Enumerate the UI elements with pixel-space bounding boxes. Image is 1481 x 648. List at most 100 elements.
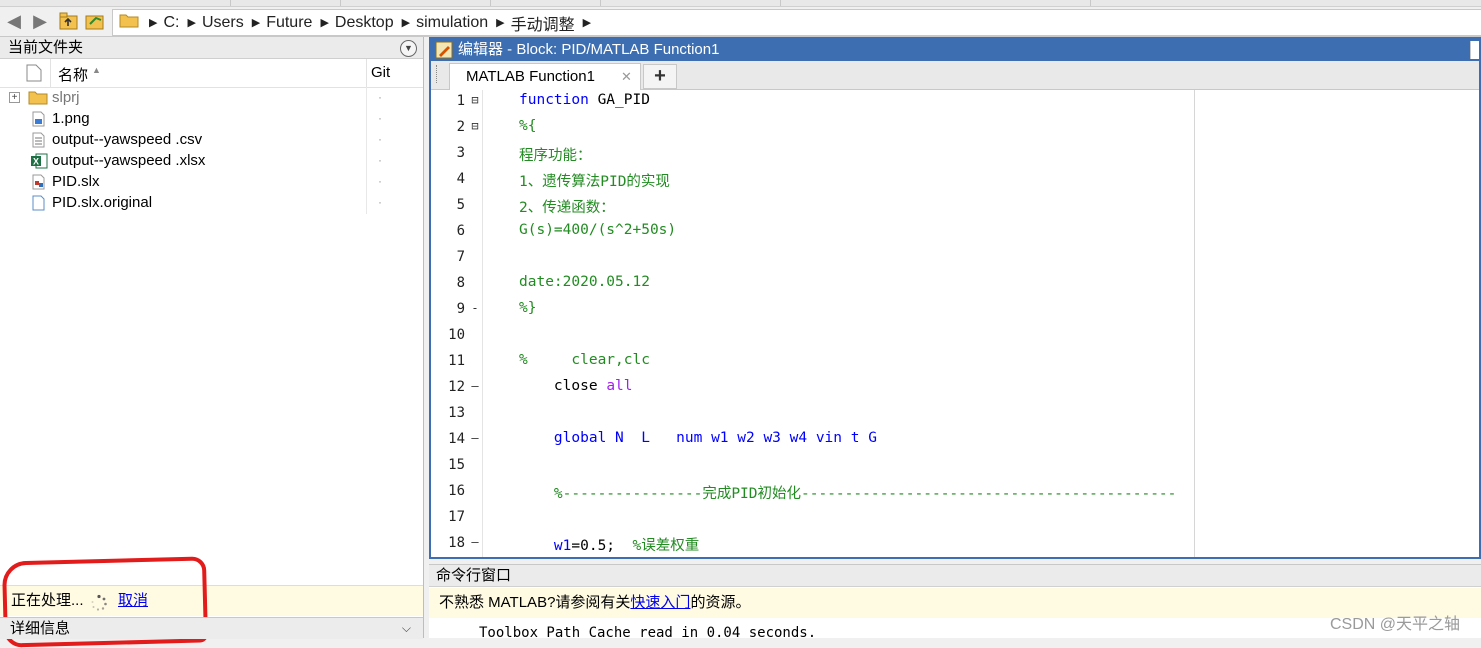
git-status: · bbox=[378, 90, 382, 104]
command-window: 命令行窗口 不熟悉 MATLAB?请参阅有关快速入门的资源。 Toolbox P… bbox=[429, 564, 1481, 641]
breakpoint-marker[interactable]: — bbox=[468, 431, 482, 445]
expand-icon[interactable]: + bbox=[9, 92, 20, 103]
code-line[interactable]: function GA_PID bbox=[519, 92, 650, 108]
code-line[interactable]: 1、遗传算法PID的实现 bbox=[519, 170, 670, 191]
generic-file-icon bbox=[30, 195, 46, 211]
code-line[interactable]: %----------------完成PID初始化---------------… bbox=[519, 482, 1177, 503]
browse-folder-icon[interactable] bbox=[84, 10, 106, 32]
git-status: · bbox=[378, 111, 382, 125]
csv-file-icon bbox=[30, 132, 46, 148]
up-folder-icon[interactable] bbox=[58, 10, 80, 32]
file-name: 1.png bbox=[52, 110, 90, 127]
git-status: · bbox=[378, 174, 382, 188]
file-row-slx[interactable]: PID.slx · bbox=[0, 171, 423, 192]
panel-header: 当前文件夹 ▼ bbox=[0, 37, 423, 59]
code-line[interactable]: G(s)=400/(s^2+50s) bbox=[519, 222, 676, 238]
folder-icon bbox=[119, 12, 139, 33]
simulink-file-icon bbox=[30, 174, 46, 190]
file-name: output--yawspeed .csv bbox=[52, 131, 203, 148]
line-number: 15 bbox=[448, 457, 465, 473]
line-number: 7 bbox=[456, 249, 465, 265]
line-number: 12 bbox=[448, 379, 465, 395]
editor-tab-bar: MATLAB Function1 ✕ + bbox=[431, 61, 1479, 90]
breakpoint-marker[interactable]: — bbox=[468, 535, 482, 549]
git-status: · bbox=[378, 132, 382, 146]
excel-file-icon: X bbox=[30, 153, 48, 169]
code-line[interactable]: w1=0.5; %误差权重 bbox=[519, 534, 699, 555]
file-name: output--yawspeed .xlsx bbox=[52, 152, 206, 169]
line-number: 8 bbox=[456, 275, 465, 291]
breadcrumb-segment[interactable]: C: bbox=[159, 14, 185, 32]
line-number: 14 bbox=[448, 431, 465, 447]
back-arrow-icon[interactable]: ◀ bbox=[4, 11, 24, 31]
file-name: PID.slx.original bbox=[52, 194, 153, 211]
file-type-column-icon[interactable] bbox=[26, 64, 42, 86]
file-row-csv[interactable]: output--yawspeed .csv · bbox=[0, 129, 423, 150]
line-number: 4 bbox=[456, 171, 465, 187]
line-number: 17 bbox=[448, 509, 465, 525]
line-number: 2 bbox=[456, 119, 465, 135]
code-line[interactable]: 2、传递函数： bbox=[519, 196, 615, 217]
tab-matlab-function1[interactable]: MATLAB Function1 ✕ bbox=[449, 63, 641, 90]
banner-text: 不熟悉 MATLAB?请参阅有关 bbox=[439, 594, 631, 611]
code-fold-icon[interactable]: ⊟ bbox=[468, 119, 482, 133]
file-row-slprj[interactable]: + slprj · bbox=[0, 87, 423, 108]
line-number: 9 bbox=[456, 301, 465, 317]
breakpoint-marker[interactable]: — bbox=[468, 379, 482, 393]
panel-menu-icon[interactable]: ▼ bbox=[400, 40, 417, 57]
editor-title: 编辑器 - Block: PID/MATLAB Function1 bbox=[458, 41, 720, 58]
quick-start-link[interactable]: 快速入门 bbox=[630, 594, 690, 611]
breadcrumb-segment[interactable]: Desktop bbox=[331, 14, 400, 32]
line-number: 18 bbox=[448, 535, 465, 551]
breadcrumb-segment[interactable]: Users bbox=[198, 14, 250, 32]
chevron-right-icon: ▶ bbox=[582, 17, 592, 29]
chevron-right-icon: ▶ bbox=[251, 17, 261, 29]
breakpoint-marker[interactable]: - bbox=[468, 301, 482, 315]
file-name: slprj bbox=[52, 89, 80, 106]
path-breadcrumb[interactable]: ▶ C: ▶ Users ▶ Future ▶ Desktop ▶ simula… bbox=[112, 9, 1481, 36]
breadcrumb-segment[interactable]: simulation bbox=[412, 14, 494, 32]
details-label: 详细信息 bbox=[10, 620, 71, 637]
breadcrumb-segment[interactable]: 手动调整 bbox=[507, 11, 581, 35]
line-number: 11 bbox=[448, 353, 465, 369]
close-tab-icon[interactable]: ✕ bbox=[621, 64, 632, 89]
csdn-watermark: CSDN @天平之轴 bbox=[1330, 616, 1461, 633]
editor-title-bar: 编辑器 - Block: PID/MATLAB Function1 bbox=[431, 39, 1479, 61]
breadcrumb-segment[interactable]: Future bbox=[262, 14, 318, 32]
command-output[interactable]: Toolbox Path Cache read in 0.04 seconds. bbox=[479, 625, 816, 641]
banner-text: 的资源。 bbox=[690, 594, 751, 611]
file-row-png[interactable]: 1.png · bbox=[0, 108, 423, 129]
file-name: PID.slx bbox=[52, 173, 100, 190]
line-number: 1 bbox=[456, 93, 465, 109]
new-tab-button[interactable]: + bbox=[643, 64, 677, 89]
image-file-icon bbox=[30, 111, 46, 127]
code-fold-icon[interactable]: ⊟ bbox=[468, 93, 482, 107]
address-toolbar: ◀ ▶ ▶ C: ▶ Users ▶ Future ▶ Desktop ▶ si… bbox=[0, 7, 1481, 37]
tab-label: MATLAB Function1 bbox=[466, 68, 595, 85]
column-header-row: 名称 ▲ Git bbox=[0, 59, 423, 88]
code-line[interactable]: global N L num w1 w2 w3 w4 vin t G bbox=[519, 430, 877, 446]
file-row-original[interactable]: PID.slx.original · bbox=[0, 192, 423, 213]
getting-started-banner: 不熟悉 MATLAB?请参阅有关快速入门的资源。 bbox=[429, 588, 1481, 618]
chevron-right-icon: ▶ bbox=[401, 17, 411, 29]
line-number: 13 bbox=[448, 405, 465, 421]
column-git-header[interactable]: Git bbox=[371, 64, 390, 81]
right-margin-line bbox=[1194, 90, 1195, 557]
code-line[interactable]: date:2020.05.12 bbox=[519, 274, 650, 290]
chevron-down-icon[interactable]: ⌵ bbox=[402, 618, 411, 639]
line-number: 5 bbox=[456, 197, 465, 213]
details-section-header[interactable]: 详细信息 ⌵ bbox=[0, 617, 423, 639]
folder-icon bbox=[28, 89, 48, 105]
file-row-xlsx[interactable]: X output--yawspeed .xlsx · bbox=[0, 150, 423, 171]
code-line[interactable]: %{ bbox=[519, 118, 536, 134]
column-name-header[interactable]: 名称 bbox=[58, 64, 88, 85]
line-number: 16 bbox=[448, 483, 465, 499]
forward-arrow-icon[interactable]: ▶ bbox=[30, 11, 50, 31]
chevron-right-icon: ▶ bbox=[320, 17, 329, 29]
code-area[interactable]: 1 ⊟ function GA_PID 2 ⊟ %{3 程序功能： 4 1、遗传算法PID的实现… bbox=[431, 90, 1479, 557]
code-line[interactable]: %} bbox=[519, 300, 536, 316]
code-line[interactable]: 程序功能： bbox=[519, 144, 592, 165]
git-status: · bbox=[378, 153, 382, 167]
code-line[interactable]: % clear,clc bbox=[519, 352, 650, 368]
code-line[interactable]: close all bbox=[519, 378, 633, 394]
